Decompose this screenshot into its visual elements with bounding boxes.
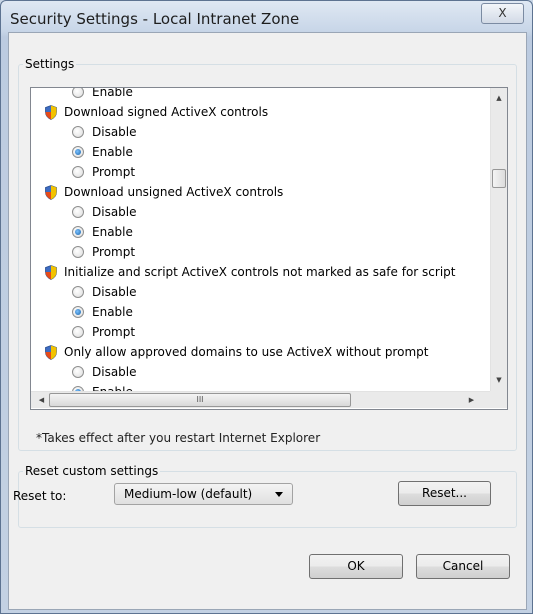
horizontal-scrollbar[interactable]: ◀ III ▶ — [31, 391, 490, 408]
radio-checked-icon[interactable] — [72, 146, 84, 158]
scroll-left-arrow-icon[interactable]: ◀ — [33, 392, 50, 408]
radio-unchecked-icon[interactable] — [72, 206, 84, 218]
setting-category: Download unsigned ActiveX controls — [31, 182, 490, 202]
radio-option-label: Prompt — [92, 325, 136, 339]
radio-option[interactable]: Prompt — [31, 322, 490, 342]
shield-icon — [45, 345, 57, 360]
radio-unchecked-icon[interactable] — [72, 246, 84, 258]
setting-category-label: Download unsigned ActiveX controls — [64, 185, 284, 199]
dialog-client-area: Settings Enable Download signed ActiveX c… — [8, 32, 527, 610]
radio-option[interactable]: Disable — [31, 362, 490, 382]
radio-option-label: Disable — [92, 205, 137, 219]
chevron-down-icon — [275, 492, 283, 497]
shield-icon — [45, 265, 57, 280]
reset-level-dropdown[interactable]: Medium-low (default) — [114, 483, 293, 505]
scroll-right-arrow-icon[interactable]: ▶ — [463, 392, 480, 408]
radio-option-label: Enable — [92, 88, 133, 99]
radio-unchecked-icon[interactable] — [72, 366, 84, 378]
setting-category: Download signed ActiveX controls — [31, 102, 490, 122]
radio-option[interactable]: Enable — [31, 302, 490, 322]
scroll-down-arrow-icon[interactable]: ▼ — [491, 372, 507, 389]
radio-checked-icon[interactable] — [72, 226, 84, 238]
setting-category: Initialize and script ActiveX controls n… — [31, 262, 490, 282]
radio-unchecked-icon[interactable] — [72, 166, 84, 178]
reset-level-value: Medium-low (default) — [124, 487, 253, 501]
radio-option-label: Enable — [92, 382, 133, 391]
radio-option-label: Prompt — [92, 165, 136, 179]
radio-option[interactable]: Enable — [31, 382, 490, 391]
horizontal-scroll-thumb[interactable]: III — [49, 393, 351, 407]
setting-category-label: Only allow approved domains to use Activ… — [64, 345, 429, 359]
window-title: Security Settings - Local Intranet Zone — [10, 10, 300, 28]
radio-option-label: Enable — [92, 305, 133, 319]
radio-unchecked-icon[interactable] — [72, 286, 84, 298]
radio-checked-icon[interactable] — [72, 306, 84, 318]
cancel-button[interactable]: Cancel — [416, 554, 510, 579]
security-settings-dialog: Security Settings - Local Intranet Zone … — [0, 0, 533, 614]
radio-option[interactable]: Disable — [31, 122, 490, 142]
scroll-grip-icon: III — [196, 395, 204, 404]
close-icon: X — [498, 6, 507, 20]
radio-option[interactable]: Enable — [31, 88, 490, 102]
radio-unchecked-icon[interactable] — [72, 126, 84, 138]
radio-option[interactable]: Disable — [31, 202, 490, 222]
radio-option-label: Prompt — [92, 245, 136, 259]
shield-icon — [45, 105, 57, 120]
reset-to-label: Reset to: — [13, 489, 67, 503]
radio-option[interactable]: Enable — [31, 222, 490, 242]
scrollbar-corner — [490, 391, 507, 408]
close-button[interactable]: X — [481, 3, 524, 24]
vertical-scroll-thumb[interactable] — [492, 169, 506, 188]
settings-list: Enable Download signed ActiveX controls Di… — [31, 88, 490, 391]
setting-category: Only allow approved domains to use Activ… — [31, 342, 490, 362]
radio-option[interactable]: Prompt — [31, 242, 490, 262]
settings-tree[interactable]: Enable Download signed ActiveX controls Di… — [30, 87, 508, 410]
setting-category-label: Download signed ActiveX controls — [64, 105, 269, 119]
reset-button[interactable]: Reset... — [398, 481, 491, 506]
scroll-up-arrow-icon[interactable]: ▲ — [491, 90, 507, 107]
radio-option[interactable]: Disable — [31, 282, 490, 302]
vertical-scrollbar[interactable]: ▲ ▼ — [490, 88, 507, 391]
radio-option-label: Enable — [92, 145, 133, 159]
shield-icon — [45, 185, 57, 200]
restart-note: *Takes effect after you restart Internet… — [36, 431, 321, 445]
radio-option[interactable]: Prompt — [31, 162, 490, 182]
radio-option-label: Disable — [92, 125, 137, 139]
settings-group-label: Settings — [25, 57, 75, 71]
reset-group-label: Reset custom settings — [25, 464, 159, 478]
radio-unchecked-icon[interactable] — [72, 88, 84, 98]
ok-button[interactable]: OK — [309, 554, 403, 579]
radio-option-label: Disable — [92, 365, 137, 379]
radio-unchecked-icon[interactable] — [72, 326, 84, 338]
setting-category-label: Initialize and script ActiveX controls n… — [64, 265, 456, 279]
radio-option-label: Disable — [92, 285, 137, 299]
radio-option-label: Enable — [92, 225, 133, 239]
radio-option[interactable]: Enable — [31, 142, 490, 162]
